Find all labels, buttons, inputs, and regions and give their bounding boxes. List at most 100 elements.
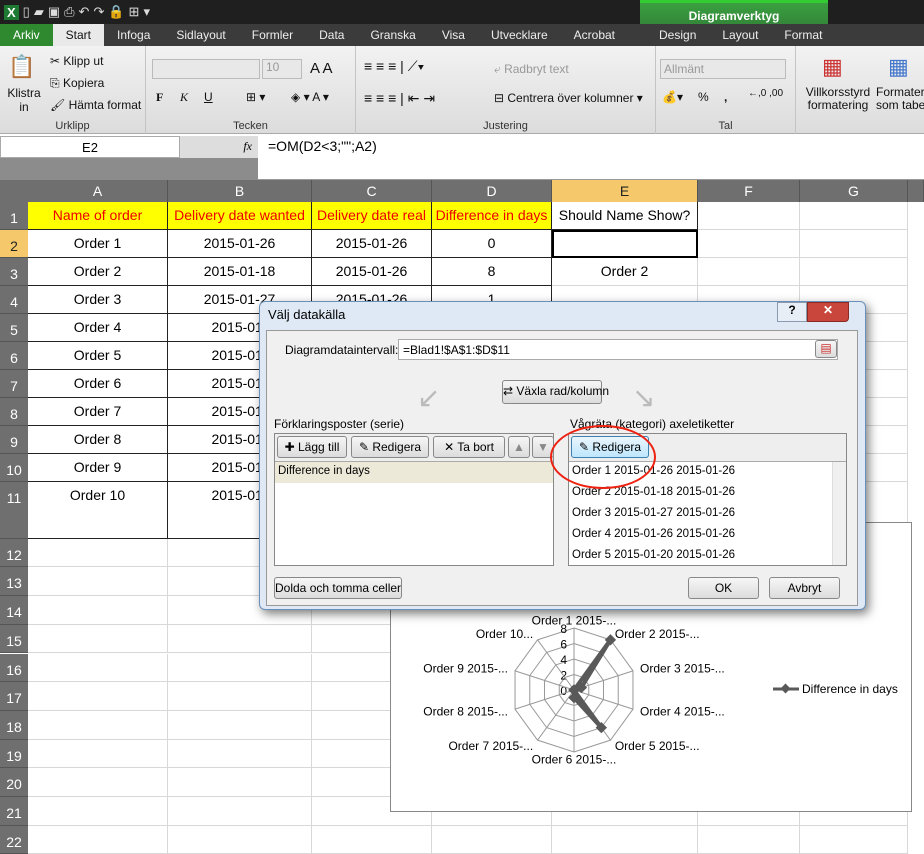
cell-A16[interactable] bbox=[28, 653, 168, 683]
category-item[interactable]: Order 4 2015-01-26 2015-01-26 bbox=[569, 525, 832, 546]
number-format-select[interactable]: Allmänt bbox=[660, 59, 786, 79]
cell-G3[interactable] bbox=[800, 258, 908, 286]
close-button[interactable]: ✕ bbox=[807, 302, 849, 322]
tab-granska[interactable]: Granska bbox=[357, 24, 428, 46]
cell-B15[interactable] bbox=[168, 624, 312, 654]
series-list[interactable]: ✚ Lägg till ✎ Redigera ✕ Ta bort ▲ ▼ Dif… bbox=[274, 433, 554, 566]
cell-B3[interactable]: 2015-01-18 bbox=[168, 258, 312, 286]
cell-A2[interactable]: Order 1 bbox=[28, 230, 168, 258]
row-header-13[interactable]: 13 bbox=[0, 567, 28, 597]
insert-function-button[interactable]: fx bbox=[180, 136, 258, 158]
format-painter-button[interactable]: 🖌 Hämta format bbox=[50, 98, 141, 112]
cell-A7[interactable]: Order 6 bbox=[28, 370, 168, 398]
switch-row-column-button[interactable]: ⇄ Växla rad/kolumn bbox=[502, 380, 609, 404]
cell-A6[interactable]: Order 5 bbox=[28, 342, 168, 370]
row-header-19[interactable]: 19 bbox=[0, 739, 28, 769]
tab-utvecklare[interactable]: Utvecklare bbox=[478, 24, 561, 46]
select-all-corner[interactable] bbox=[0, 180, 28, 202]
collapse-dialog-icon[interactable]: ▤ bbox=[815, 340, 837, 358]
column-header-F[interactable]: F bbox=[698, 180, 800, 202]
cell-F3[interactable] bbox=[698, 258, 800, 286]
borders-icon[interactable]: ⊞ bbox=[129, 4, 140, 20]
row-header-21[interactable]: 21 bbox=[0, 797, 28, 826]
tab-format[interactable]: Format bbox=[771, 24, 835, 46]
cell-A19[interactable] bbox=[28, 739, 168, 769]
cell-A13[interactable] bbox=[28, 567, 168, 597]
cell-B1[interactable]: Delivery date wanted bbox=[168, 202, 312, 230]
cell-C1[interactable]: Delivery date real bbox=[312, 202, 432, 230]
add-series-button[interactable]: ✚ Lägg till bbox=[277, 436, 347, 458]
cell-G1[interactable] bbox=[800, 202, 908, 230]
cell-G22[interactable] bbox=[800, 825, 908, 854]
tab-data[interactable]: Data bbox=[306, 24, 357, 46]
cell-A17[interactable] bbox=[28, 682, 168, 711]
tab-acrobat[interactable]: Acrobat bbox=[561, 24, 628, 46]
hidden-empty-cells-button[interactable]: Dolda och tomma celler bbox=[274, 577, 402, 599]
cell-A15[interactable] bbox=[28, 624, 168, 654]
cell-A4[interactable]: Order 3 bbox=[28, 286, 168, 314]
cell-A22[interactable] bbox=[28, 825, 168, 854]
bold-button[interactable]: F bbox=[156, 90, 163, 105]
font-size-select[interactable]: 10 bbox=[262, 59, 302, 79]
cell-A1[interactable]: Name of order bbox=[28, 202, 168, 230]
row-header-8[interactable]: 8 bbox=[0, 398, 28, 426]
column-header-B[interactable]: B bbox=[168, 180, 312, 202]
row-header-20[interactable]: 20 bbox=[0, 768, 28, 797]
print-icon[interactable]: ⎙ bbox=[64, 4, 74, 20]
column-header-E[interactable]: E bbox=[552, 180, 698, 202]
currency-icon[interactable]: 💰▾ bbox=[662, 90, 683, 104]
tab-design[interactable]: Design bbox=[646, 24, 709, 46]
new-icon[interactable]: ▯ bbox=[23, 4, 30, 20]
align-left-icons[interactable]: ≡ ≡ ≡ | ⇤ ⇥ bbox=[364, 90, 435, 107]
category-item[interactable]: Order 5 2015-01-20 2015-01-26 bbox=[569, 546, 832, 567]
paste-button[interactable]: Klistra in bbox=[6, 86, 42, 114]
remove-series-button[interactable]: ✕ Ta bort bbox=[433, 436, 505, 458]
column-header-C[interactable]: C bbox=[312, 180, 432, 202]
row-header-16[interactable]: 16 bbox=[0, 653, 28, 683]
row-header-6[interactable]: 6 bbox=[0, 342, 28, 370]
undo-icon[interactable]: ↶ bbox=[79, 4, 90, 20]
tab-start[interactable]: Start bbox=[52, 24, 105, 46]
cell-A14[interactable] bbox=[28, 596, 168, 625]
cell-B2[interactable]: 2015-01-26 bbox=[168, 230, 312, 258]
help-button[interactable]: ? bbox=[777, 302, 807, 322]
edit-series-button[interactable]: ✎ Redigera bbox=[351, 436, 429, 458]
open-icon[interactable]: ▰ bbox=[34, 4, 44, 20]
save-icon[interactable]: ▣ bbox=[48, 4, 60, 20]
cell-D1[interactable]: Difference in days bbox=[432, 202, 552, 230]
tab-layout[interactable]: Layout bbox=[709, 24, 771, 46]
row-header-3[interactable]: 3 bbox=[0, 258, 28, 286]
row-header-14[interactable]: 14 bbox=[0, 596, 28, 625]
ok-button[interactable]: OK bbox=[688, 577, 759, 599]
format-as-table-button[interactable]: Formatera som tabell bbox=[876, 86, 924, 112]
wrap-text-button[interactable]: ⤶ Radbryt text bbox=[494, 62, 569, 77]
grow-font-icon[interactable]: A A bbox=[310, 60, 333, 77]
tab-visa[interactable]: Visa bbox=[429, 24, 478, 46]
cell-F2[interactable] bbox=[698, 230, 800, 258]
cell-E1[interactable]: Should Name Show? bbox=[552, 202, 698, 230]
row-header-4[interactable]: 4 bbox=[0, 286, 28, 314]
cell-B18[interactable] bbox=[168, 710, 312, 740]
cell-C3[interactable]: 2015-01-26 bbox=[312, 258, 432, 286]
row-header-5[interactable]: 5 bbox=[0, 314, 28, 342]
range-input[interactable]: =Blad1!$A$1:$D$11 bbox=[398, 339, 838, 360]
tab-infoga[interactable]: Infoga bbox=[104, 24, 163, 46]
cell-B22[interactable] bbox=[168, 825, 312, 854]
tab-sidlayout[interactable]: Sidlayout bbox=[163, 24, 238, 46]
cell-A20[interactable] bbox=[28, 768, 168, 797]
cell-A18[interactable] bbox=[28, 710, 168, 740]
cell-E22[interactable] bbox=[552, 825, 698, 854]
cell-D3[interactable]: 8 bbox=[432, 258, 552, 286]
cell-C22[interactable] bbox=[312, 825, 432, 854]
cell-B20[interactable] bbox=[168, 768, 312, 797]
row-header-15[interactable]: 15 bbox=[0, 624, 28, 654]
align-top-icons[interactable]: ≡ ≡ ≡ | ⟋▾ bbox=[364, 58, 424, 75]
row-header-10[interactable]: 10 bbox=[0, 454, 28, 482]
category-item[interactable]: Order 3 2015-01-27 2015-01-26 bbox=[569, 504, 832, 525]
row-header-2[interactable]: 2 bbox=[0, 230, 28, 258]
customize-icon[interactable]: ▾ bbox=[143, 4, 150, 20]
cell-A21[interactable] bbox=[28, 797, 168, 826]
column-header-G[interactable]: G bbox=[800, 180, 908, 202]
series-item[interactable]: Difference in days bbox=[275, 462, 553, 483]
column-header-A[interactable]: A bbox=[28, 180, 168, 202]
